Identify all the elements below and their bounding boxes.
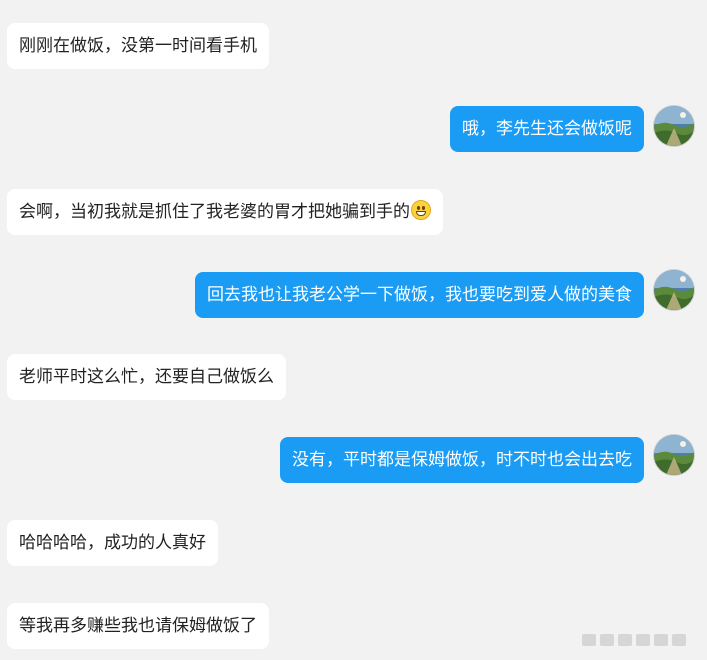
user-avatar[interactable] (654, 106, 694, 146)
incoming-message-bubble[interactable]: 哈哈哈哈，成功的人真好 (7, 520, 218, 566)
watermark (582, 631, 700, 649)
message-text: 等我再多赚些我也请保姆做饭了 (19, 616, 257, 636)
outgoing-message-bubble[interactable]: 没有，平时都是保姆做饭，时不时也会出去吃 (280, 437, 644, 483)
message-text: 老师平时这么忙，还要自己做饭么 (19, 367, 274, 387)
incoming-message-bubble[interactable]: 会啊，当初我就是抓住了我老婆的胃才把她骗到手的 (7, 189, 443, 235)
incoming-message-bubble[interactable]: 等我再多赚些我也请保姆做饭了 (7, 603, 269, 649)
landscape-avatar-icon (654, 106, 694, 146)
message-text: 会啊，当初我就是抓住了我老婆的胃才把她骗到手的 (19, 202, 410, 222)
landscape-avatar-icon (654, 435, 694, 475)
message-text: 没有，平时都是保姆做饭，时不时也会出去吃 (292, 450, 632, 470)
landscape-avatar-icon (654, 270, 694, 310)
outgoing-message-bubble[interactable]: 哦，李先生还会做饭呢 (450, 106, 644, 152)
user-avatar[interactable] (654, 435, 694, 475)
message-text: 哈哈哈哈，成功的人真好 (19, 533, 206, 553)
incoming-message-bubble[interactable]: 老师平时这么忙，还要自己做饭么 (7, 354, 286, 400)
message-text: 刚刚在做饭，没第一时间看手机 (19, 36, 257, 56)
outgoing-message-bubble[interactable]: 回去我也让我老公学一下做饭，我也要吃到爱人做的美食 (195, 272, 644, 318)
message-text: 回去我也让我老公学一下做饭，我也要吃到爱人做的美食 (207, 285, 632, 305)
grinning-face-icon (411, 200, 431, 220)
user-avatar[interactable] (654, 270, 694, 310)
message-text: 哦，李先生还会做饭呢 (462, 119, 632, 139)
incoming-message-bubble[interactable]: 刚刚在做饭，没第一时间看手机 (7, 23, 269, 69)
